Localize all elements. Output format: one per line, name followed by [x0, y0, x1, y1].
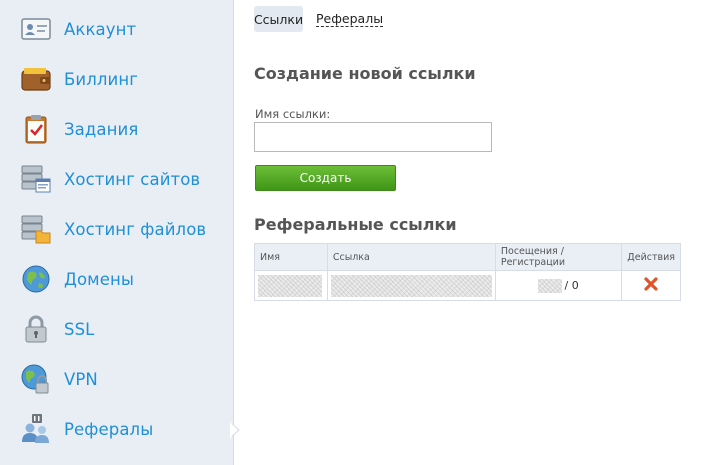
create-link-heading: Создание новой ссылки: [254, 64, 476, 83]
visits-separator: /: [564, 278, 569, 292]
sidebar-item-account[interactable]: Аккаунт: [0, 4, 234, 54]
cell-name: [254, 270, 328, 301]
redacted-link: [330, 274, 492, 297]
delete-x-icon: [644, 277, 658, 291]
create-button[interactable]: Создать: [255, 165, 396, 191]
sidebar-item-domains[interactable]: Домены: [0, 254, 234, 304]
padlock-icon: [25, 315, 47, 343]
tab-referrals-label: Рефералы: [316, 10, 384, 27]
column-header-name: Имя: [254, 243, 328, 271]
sidebar-item-label: SSL: [64, 319, 95, 339]
link-name-input[interactable]: [254, 122, 492, 152]
sidebar-item-label: VPN: [64, 369, 98, 389]
tab-links[interactable]: Ссылки: [254, 6, 303, 32]
globe-lock-icon: [21, 364, 49, 394]
server-web-icon: [21, 165, 51, 193]
clipboard-check-icon: [25, 115, 47, 144]
sidebar-item-label: Рефералы: [64, 419, 154, 439]
sidebar-item-vpn[interactable]: VPN: [0, 354, 234, 404]
redacted-name: [258, 274, 322, 297]
users-icon: [22, 414, 49, 443]
sidebar-item-label: Хостинг сайтов: [64, 169, 201, 189]
sidebar-item-label: Аккаунт: [64, 19, 137, 39]
sidebar-item-site-hosting[interactable]: Хостинг сайтов: [0, 154, 234, 204]
sidebar-item-label: Хостинг файлов: [64, 219, 207, 239]
globe-icon: [22, 265, 50, 293]
sidebar-item-referrals[interactable]: Рефералы: [0, 404, 234, 454]
sidebar-item-label: Биллинг: [64, 69, 139, 89]
wallet-icon: [21, 68, 51, 91]
referral-links-table: Имя Ссылка Посещения / Регистрации Дейст…: [254, 243, 681, 301]
server-folder-icon: [21, 215, 51, 244]
redacted-visits: [538, 278, 563, 293]
sidebar-item-ssl[interactable]: SSL: [0, 304, 234, 354]
active-item-pointer: [230, 422, 240, 438]
column-header-actions: Действия: [621, 243, 681, 271]
sidebar: Аккаунт Биллинг Задания Хостинг сайтов Х…: [0, 0, 234, 465]
table-row: / 0: [254, 270, 681, 301]
cell-link[interactable]: [326, 270, 496, 301]
sidebar-item-label: Задания: [64, 119, 139, 139]
sidebar-item-tasks[interactable]: Задания: [0, 104, 234, 154]
delete-button[interactable]: [621, 270, 681, 301]
column-header-visits: Посещения / Регистрации: [494, 243, 623, 271]
referral-links-heading: Реферальные ссылки: [254, 215, 457, 234]
tab-referrals[interactable]: Рефералы: [312, 6, 387, 32]
column-header-link: Ссылка: [326, 243, 496, 271]
link-name-label: Имя ссылки:: [255, 107, 331, 121]
cell-visits: / 0: [494, 270, 623, 301]
sidebar-item-billing[interactable]: Биллинг: [0, 54, 234, 104]
account-card-icon: [21, 18, 51, 40]
sidebar-item-label: Домены: [64, 269, 134, 289]
table-header-row: Имя Ссылка Посещения / Регистрации Дейст…: [254, 243, 681, 271]
sidebar-item-file-hosting[interactable]: Хостинг файлов: [0, 204, 234, 254]
registrations-count: 0: [571, 278, 579, 292]
